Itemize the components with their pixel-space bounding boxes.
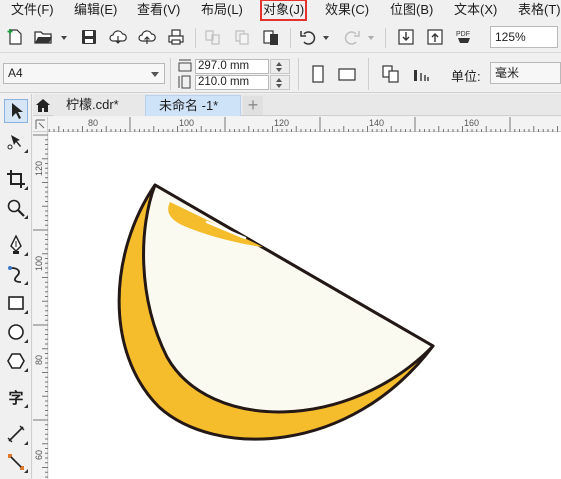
landscape-orientation-icon[interactable] <box>336 63 358 85</box>
zoom-tool-icon[interactable] <box>4 196 28 220</box>
vertical-ruler-ticks <box>33 134 48 478</box>
connector-tool-icon[interactable] <box>4 450 28 474</box>
horizontal-ruler-ticks <box>34 117 558 132</box>
menu-table[interactable]: 表格(T) <box>518 2 561 18</box>
toolbar-separator <box>385 28 386 48</box>
toolbar-separator <box>290 28 291 48</box>
propbar-separator <box>298 58 299 90</box>
propbar-separator <box>368 58 369 90</box>
home-tab-icon[interactable] <box>33 95 53 115</box>
cloud-download-icon[interactable] <box>107 26 129 48</box>
all-pages-icon[interactable] <box>380 63 402 85</box>
page-height-icon <box>178 75 191 89</box>
open-folder-icon[interactable] <box>32 26 54 48</box>
import-icon[interactable] <box>395 26 417 48</box>
page-size-select[interactable]: A4 <box>3 63 165 84</box>
pick-tool-icon[interactable] <box>4 99 28 123</box>
add-tab-button[interactable]: + <box>243 95 263 115</box>
page-height-spinner[interactable] <box>270 75 290 90</box>
save-icon[interactable] <box>78 26 100 48</box>
vertical-ruler[interactable]: 120 100 80 60 <box>33 132 48 479</box>
ruler-label-140: 140 <box>369 118 385 128</box>
dimension-tool-icon[interactable] <box>4 422 28 446</box>
shape-tool-icon[interactable] <box>4 130 28 154</box>
ruler-label-v60: 60 <box>34 449 44 460</box>
export-icon[interactable] <box>424 26 446 48</box>
cloud-upload-icon[interactable] <box>136 26 158 48</box>
units-label: 单位: <box>451 69 481 84</box>
page-height-field[interactable]: 210.0 mm <box>195 75 269 90</box>
menu-bitmaps[interactable]: 位图(B) <box>390 2 433 18</box>
ruler-origin-corner[interactable] <box>33 117 48 132</box>
lemon-wedge-artwork[interactable] <box>49 132 561 479</box>
ruler-label-100: 100 <box>179 118 195 128</box>
menu-bar: 文件(F) 编辑(E) 查看(V) 布局(L) 对象(J) 效果(C) 位图(B… <box>0 0 561 21</box>
drawing-canvas[interactable] <box>49 132 561 479</box>
redo-dropdown-icon[interactable] <box>368 36 374 40</box>
undo-icon[interactable] <box>297 26 319 48</box>
toolbar-separator <box>195 28 196 48</box>
svg-text:PDF: PDF <box>456 31 470 38</box>
page-width-field[interactable]: 297.0 mm <box>195 59 269 74</box>
page-width-icon <box>178 59 192 72</box>
horizontal-ruler[interactable]: 80 100 120 140 160 <box>33 117 561 132</box>
tab-lemon-cdr[interactable]: 柠檬.cdr* <box>53 95 145 116</box>
menu-view[interactable]: 查看(V) <box>137 2 180 18</box>
menu-edit[interactable]: 编辑(E) <box>74 2 117 18</box>
ellipse-tool-icon[interactable] <box>4 320 28 344</box>
cut-icon[interactable] <box>202 26 224 48</box>
ruler-label-v80: 80 <box>34 354 44 365</box>
open-dropdown-icon[interactable] <box>61 36 67 40</box>
redo-icon[interactable] <box>341 26 363 48</box>
ruler-label-120: 120 <box>274 118 290 128</box>
text-tool-icon[interactable]: 字 <box>4 385 28 409</box>
ruler-label-v100: 100 <box>34 255 44 271</box>
new-document-icon[interactable] <box>4 26 26 48</box>
menu-layout[interactable]: 布局(L) <box>201 2 243 18</box>
copy-icon[interactable] <box>231 26 253 48</box>
propbar-separator <box>170 58 171 90</box>
artistic-media-icon[interactable] <box>4 262 28 286</box>
undo-dropdown-icon[interactable] <box>323 36 329 40</box>
ruler-label-v120: 120 <box>34 160 44 176</box>
units-select[interactable]: 毫米 <box>490 62 561 84</box>
menu-text[interactable]: 文本(X) <box>454 2 497 18</box>
current-page-icon[interactable] <box>410 63 432 85</box>
zoom-level-field[interactable]: 125% <box>490 26 558 48</box>
page-size-value: A4 <box>8 66 23 80</box>
polygon-tool-icon[interactable] <box>4 349 28 373</box>
pen-tool-icon[interactable] <box>4 233 28 257</box>
menu-object[interactable]: 对象(J) <box>259 0 308 21</box>
page-width-spinner[interactable] <box>270 59 290 74</box>
text-tool-label: 字 <box>8 389 24 407</box>
ruler-label-80: 80 <box>88 118 99 128</box>
chevron-down-icon <box>151 72 159 77</box>
crop-tool-icon[interactable] <box>4 167 28 191</box>
rectangle-tool-icon[interactable] <box>4 291 28 315</box>
export-pdf-icon[interactable]: PDF <box>453 26 475 48</box>
ruler-label-160: 160 <box>464 118 480 128</box>
ruler-origin-icon <box>35 119 45 129</box>
tab-untitled-1[interactable]: 未命名 -1* <box>145 95 241 116</box>
menu-file[interactable]: 文件(F) <box>11 2 54 18</box>
print-icon[interactable] <box>165 26 187 48</box>
menu-effects[interactable]: 效果(C) <box>325 2 369 18</box>
portrait-orientation-icon[interactable] <box>307 63 329 85</box>
paste-icon[interactable] <box>260 26 282 48</box>
